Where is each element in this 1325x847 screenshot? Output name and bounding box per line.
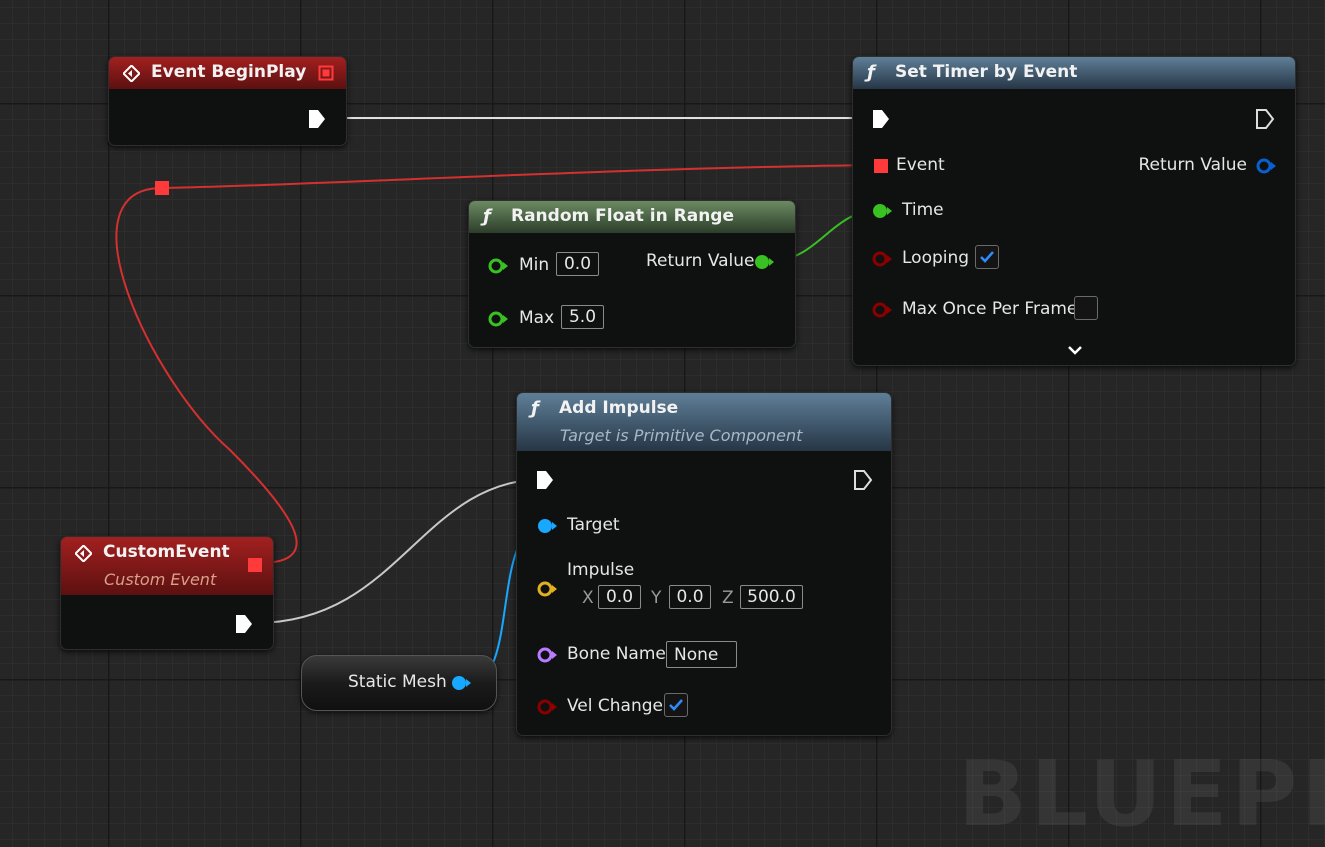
exec-wire-customevent-to-addimpulse[interactable] — [254, 478, 546, 624]
node-title: CustomEvent — [103, 542, 230, 562]
static-mesh-variable-node[interactable]: Static Mesh — [301, 655, 497, 711]
bone-name-input[interactable]: None — [666, 641, 737, 668]
target-pin[interactable] — [536, 517, 558, 535]
delegate-wire-customevent[interactable] — [115, 187, 298, 564]
pin-label-time: Time — [902, 200, 944, 220]
function-icon: ƒ — [531, 398, 539, 419]
pin-label-event: Event — [896, 155, 945, 175]
exec-in-pin[interactable] — [535, 469, 555, 491]
reroute-node[interactable] — [155, 181, 169, 195]
variable-label: Static Mesh — [348, 672, 447, 692]
checkmark-icon — [669, 699, 683, 711]
node-title: Random Float in Range — [511, 206, 734, 226]
pin-label-bone-name: Bone Name — [567, 644, 666, 664]
max-pin[interactable] — [487, 310, 509, 328]
looping-pin[interactable] — [871, 250, 893, 268]
delegate-wire-event[interactable] — [161, 164, 881, 189]
event-beginplay-node[interactable]: Event BeginPlay — [108, 56, 347, 146]
set-timer-by-event-node[interactable]: ƒ Set Timer by Event Event Return Value … — [852, 56, 1296, 366]
impulse-y-label: Y — [651, 588, 662, 608]
node-header[interactable]: ƒ Add Impulse Target is Primitive Compon… — [517, 393, 891, 451]
node-title: Set Timer by Event — [895, 62, 1078, 82]
delegate-pin[interactable] — [318, 65, 334, 81]
time-pin[interactable] — [871, 202, 893, 220]
bone-name-pin[interactable] — [536, 646, 558, 664]
vel-change-checkbox[interactable] — [664, 693, 688, 717]
node-title: Add Impulse — [559, 398, 679, 418]
pin-label-target: Target — [567, 515, 620, 535]
pin-label-looping: Looping — [902, 248, 970, 268]
return-value-pin[interactable] — [1255, 157, 1277, 175]
random-float-in-range-node[interactable]: ƒ Random Float in Range Min 0.0 Return V… — [468, 200, 796, 348]
event-diamond-icon — [75, 545, 92, 562]
exec-out-pin[interactable] — [234, 613, 254, 635]
impulse-z-label: Z — [722, 588, 734, 608]
node-header[interactable]: ƒ Set Timer by Event — [853, 57, 1295, 89]
custom-event-node[interactable]: CustomEvent Custom Event — [60, 536, 274, 650]
exec-out-pin[interactable] — [853, 469, 873, 491]
exec-in-pin[interactable] — [871, 108, 891, 130]
exec-out-pin[interactable] — [307, 108, 327, 130]
node-title: Event BeginPlay — [151, 62, 307, 82]
node-header[interactable]: CustomEvent Custom Event — [61, 537, 273, 595]
impulse-y-input[interactable]: 0.0 — [669, 585, 711, 609]
looping-checkbox[interactable] — [975, 245, 999, 269]
add-impulse-node[interactable]: ƒ Add Impulse Target is Primitive Compon… — [516, 392, 892, 736]
node-header[interactable]: ƒ Random Float in Range — [469, 201, 795, 233]
impulse-x-input[interactable]: 0.0 — [598, 585, 641, 609]
max-once-per-frame-checkbox[interactable] — [1074, 296, 1098, 320]
pin-label-min: Min — [519, 255, 550, 275]
pin-label-max: Max — [519, 308, 555, 328]
vel-change-pin[interactable] — [536, 698, 558, 716]
impulse-z-input[interactable]: 500.0 — [740, 585, 803, 609]
node-subtitle: Custom Event — [104, 570, 217, 589]
impulse-x-label: X — [582, 588, 594, 608]
event-diamond-icon — [123, 65, 140, 82]
node-header[interactable]: Event BeginPlay — [109, 57, 346, 89]
pin-label-vel-change: Vel Change — [567, 696, 663, 716]
event-delegate-pin[interactable] — [873, 158, 889, 174]
min-pin[interactable] — [487, 257, 509, 275]
max-once-per-frame-pin[interactable] — [871, 301, 893, 319]
impulse-pin[interactable] — [536, 580, 558, 598]
return-value-pin[interactable] — [753, 253, 775, 271]
pin-label-return-value: Return Value — [646, 251, 755, 271]
pin-label-max-once-per-frame: Max Once Per Frame — [902, 299, 1078, 319]
chevron-down-icon[interactable] — [1067, 344, 1083, 356]
function-icon: ƒ — [483, 206, 491, 227]
static-mesh-out-pin[interactable] — [450, 674, 472, 692]
checkmark-icon — [980, 251, 994, 263]
pin-label-impulse: Impulse — [567, 560, 635, 580]
node-subtitle: Target is Primitive Component — [560, 426, 803, 445]
max-value-input[interactable]: 5.0 — [561, 305, 604, 329]
delegate-pin[interactable] — [247, 557, 263, 573]
pin-label-return-value: Return Value — [1138, 155, 1248, 175]
min-value-input[interactable]: 0.0 — [556, 252, 599, 276]
function-icon: ƒ — [867, 62, 875, 83]
exec-out-pin[interactable] — [1255, 108, 1275, 130]
